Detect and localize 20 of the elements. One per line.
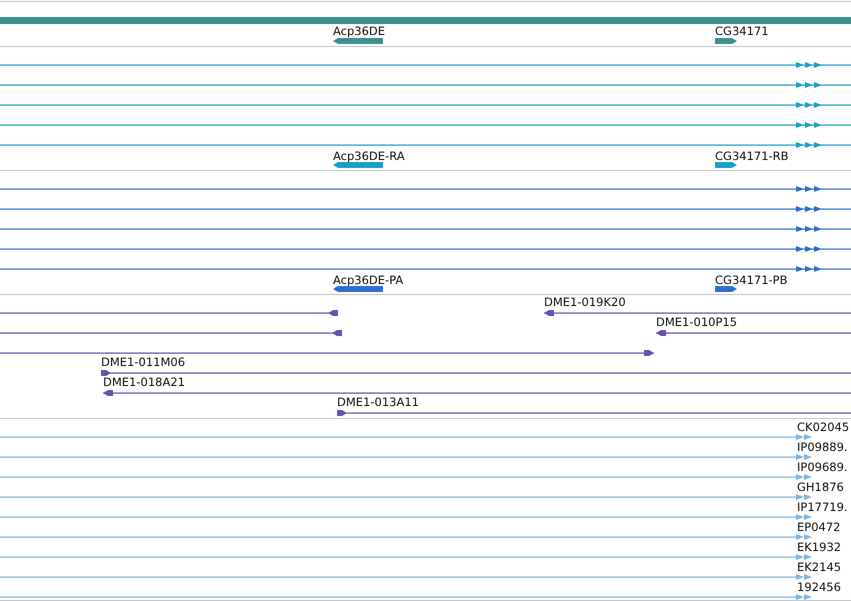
est-label: EP0472 — [797, 520, 840, 534]
est-label: EK2145 — [797, 560, 842, 574]
clone-label: DME1-010P15 — [656, 315, 738, 329]
est-label: IP09889. — [797, 440, 848, 454]
gene-label: CG34171 — [715, 24, 769, 38]
transcript-label: CG34171-PB — [715, 273, 788, 287]
est-label: IP17719. — [797, 500, 848, 514]
transcript-label: CG34171-RB — [715, 149, 789, 163]
transcript-label: Acp36DE-PA — [333, 273, 404, 287]
clone-label: DME1-018A21 — [103, 375, 185, 389]
est-label: GH1876 — [797, 480, 844, 494]
clone-label: DME1-011M06 — [101, 355, 186, 369]
est-label: 192456 — [797, 580, 841, 594]
gene-label: Acp36DE — [333, 24, 386, 38]
clone-label: DME1-013A11 — [337, 395, 419, 409]
est-label: EK1932 — [797, 540, 842, 554]
est-label: CK02045 — [797, 420, 850, 434]
transcript-label: Acp36DE-RA — [333, 149, 405, 163]
clone-label: DME1-019K20 — [544, 295, 626, 309]
est-label: IP09689. — [797, 460, 848, 474]
